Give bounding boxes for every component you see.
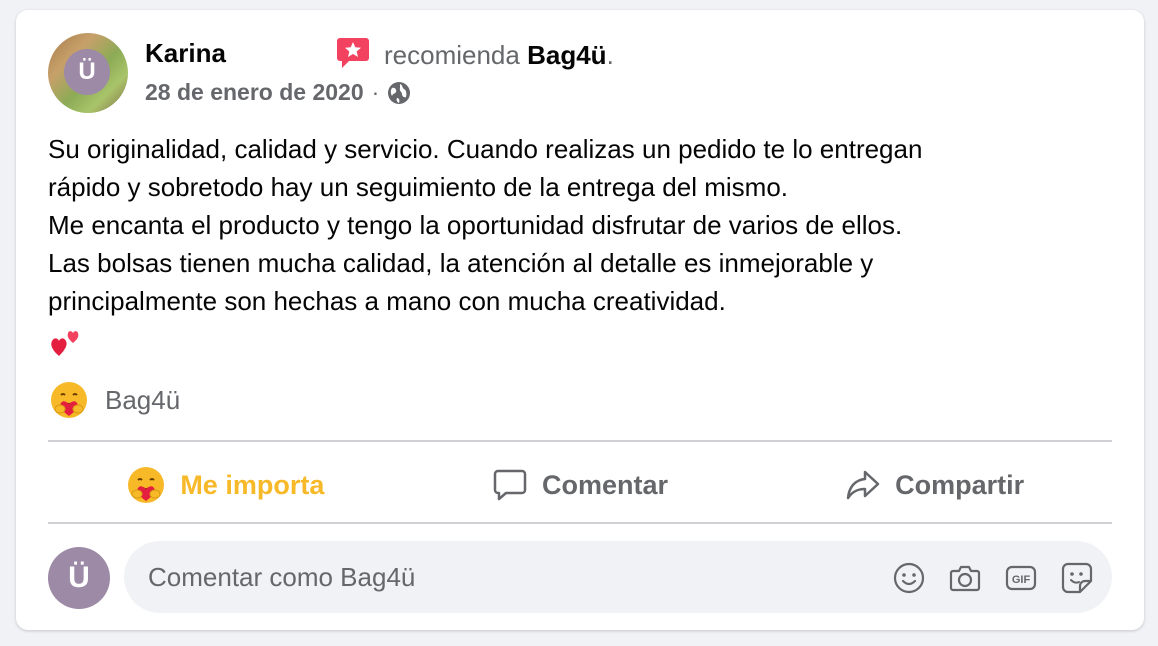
care-emoji-icon: [51, 382, 87, 418]
camera-icon[interactable]: [948, 561, 982, 595]
period: .: [606, 40, 614, 70]
author-avatar[interactable]: Ü: [48, 33, 128, 113]
review-line: principalmente son hechas a mano con muc…: [48, 286, 726, 316]
care-label: Me importa: [180, 469, 325, 500]
share-button[interactable]: Compartir: [757, 450, 1112, 520]
action-bar: Me importa Comentar Compartir: [48, 450, 1112, 520]
care-emoji-icon: [128, 467, 165, 503]
recommend-text: recomienda: [384, 40, 520, 70]
smiley-icon[interactable]: [892, 561, 926, 595]
gif-icon[interactable]: GIF: [1004, 561, 1038, 595]
composer-avatar[interactable]: Ü: [48, 547, 110, 609]
reaction-actor-name: Bag4ü: [105, 384, 181, 415]
post-date[interactable]: 28 de enero de 2020: [145, 79, 364, 106]
review-card: Ü Karina recomienda Bag4ü. 28 de enero d…: [16, 10, 1144, 630]
review-line: Las bolsas tienen mucha calidad, la aten…: [48, 248, 874, 278]
comment-icon: [493, 469, 527, 501]
reactions-summary[interactable]: Bag4ü: [49, 380, 180, 420]
divider: [48, 522, 1112, 524]
review-line: Su originalidad, calidad y servicio. Cua…: [48, 134, 923, 164]
review-line: Me encanta el producto y tengo la oportu…: [48, 210, 903, 240]
divider: [48, 440, 1112, 442]
review-line: rápido y sobretodo hay un seguimiento de…: [48, 172, 788, 202]
care-reaction-button[interactable]: Me importa: [48, 450, 403, 520]
comment-button[interactable]: Comentar: [403, 450, 758, 520]
share-label: Compartir: [895, 469, 1025, 500]
recommend-icon: [337, 38, 369, 68]
share-icon: [846, 470, 880, 500]
composer-icons: GIF: [870, 561, 1094, 595]
comment-composer: GIF: [124, 541, 1112, 613]
page-name-link[interactable]: Bag4ü: [527, 40, 606, 70]
sticker-icon[interactable]: [1060, 561, 1094, 595]
recommend-line: recomienda Bag4ü.: [384, 40, 614, 71]
comment-input[interactable]: [148, 561, 848, 593]
author-name[interactable]: Karina: [145, 38, 226, 69]
svg-text:GIF: GIF: [1012, 574, 1031, 586]
two-hearts-icon: [51, 331, 79, 356]
meta-separator: ·: [371, 79, 380, 105]
avatar-letter: Ü: [64, 49, 110, 95]
post-meta: 28 de enero de 2020 ·: [145, 79, 411, 106]
globe-icon: [388, 81, 411, 104]
review-body: Su originalidad, calidad y servicio. Cua…: [48, 130, 1118, 320]
comment-label: Comentar: [541, 469, 669, 500]
